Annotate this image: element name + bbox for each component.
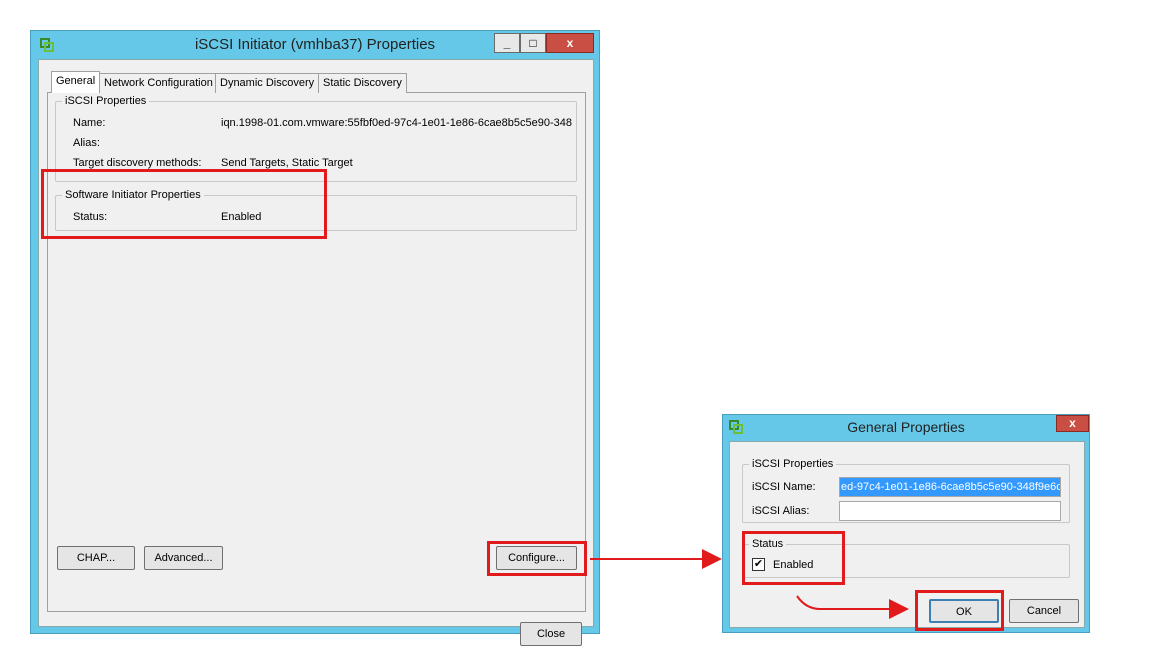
- minimize-button[interactable]: _: [494, 33, 520, 53]
- name-label: Name:: [73, 117, 106, 129]
- dialog-iscsi-properties-legend: iSCSI Properties: [749, 457, 837, 471]
- iscsi-name-label: iSCSI Name:: [752, 481, 816, 493]
- target-discovery-value: Send Targets, Static Target: [221, 157, 353, 169]
- highlight-ok-button: [915, 590, 1004, 631]
- iscsi-name-field[interactable]: ed-97c4-1e01-1e86-6cae8b5c5e90-348f9e6c: [839, 477, 1061, 497]
- highlight-software-initiator: [41, 169, 327, 239]
- dialog-close-button[interactable]: x: [1056, 415, 1089, 432]
- tab-static-discovery[interactable]: Static Discovery: [318, 73, 407, 93]
- dialog-title: General Properties: [847, 419, 965, 435]
- tab-general[interactable]: General: [51, 71, 101, 93]
- cancel-button[interactable]: Cancel: [1009, 599, 1079, 623]
- advanced-button[interactable]: Advanced...: [144, 546, 223, 570]
- close-window-button[interactable]: x: [546, 33, 594, 53]
- chap-button[interactable]: CHAP...: [57, 546, 135, 570]
- maximize-button[interactable]: □: [520, 33, 546, 53]
- tab-dynamic-discovery[interactable]: Dynamic Discovery: [215, 73, 320, 93]
- dialog-iscsi-properties-group: iSCSI Properties iSCSI Name: ed-97c4-1e0…: [742, 457, 1070, 523]
- target-discovery-label: Target discovery methods:: [73, 157, 202, 169]
- iscsi-alias-label: iSCSI Alias:: [752, 505, 810, 517]
- alias-label: Alias:: [73, 137, 100, 149]
- highlight-configure-button: [487, 541, 587, 576]
- tab-network-configuration[interactable]: Network Configuration: [99, 73, 218, 93]
- close-button[interactable]: Close: [520, 622, 582, 646]
- name-value: iqn.1998-01.com.vmware:55fbf0ed-97c4-1e0…: [221, 117, 573, 129]
- iscsi-properties-legend: iSCSI Properties: [62, 94, 150, 108]
- general-properties-dialog: General Properties x iSCSI Properties iS…: [722, 414, 1090, 633]
- iscsi-alias-field[interactable]: [839, 501, 1061, 521]
- highlight-status-enabled: [742, 531, 845, 585]
